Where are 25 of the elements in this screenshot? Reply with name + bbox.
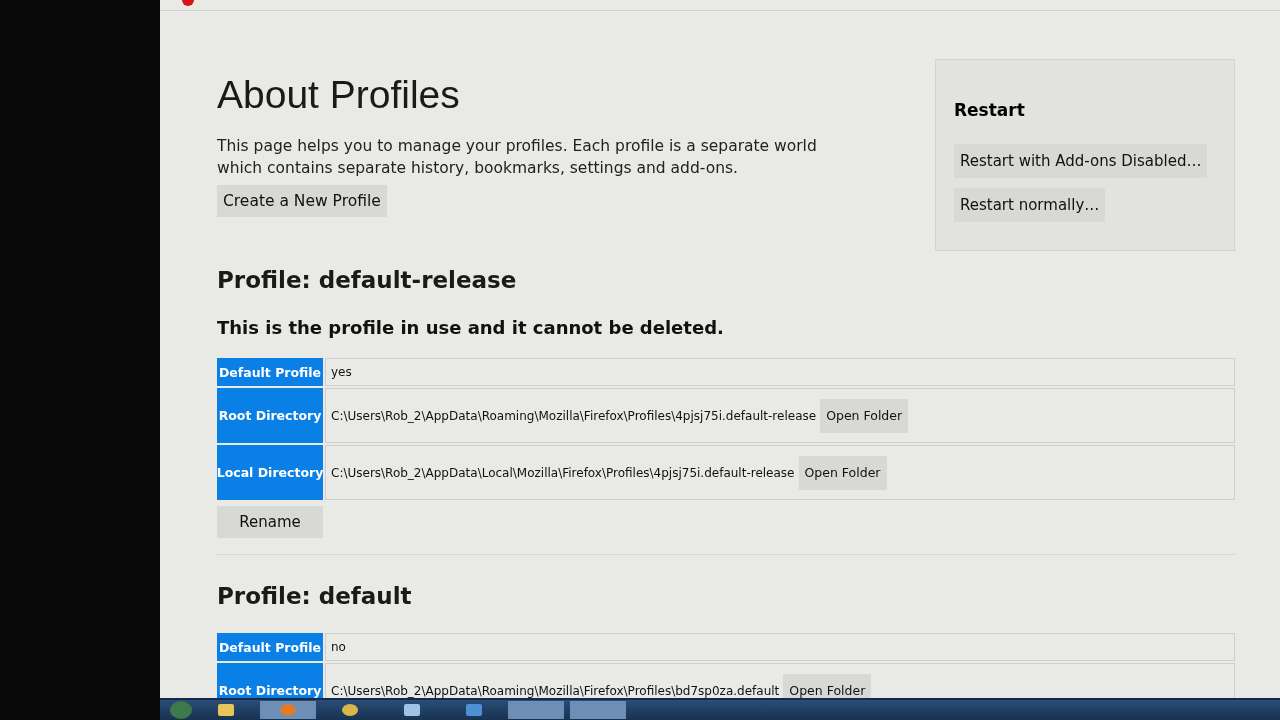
row-value: C:\Users\Rob_2\AppData\Roaming\Mozilla\Firefox\Profiles\bd7sp0za.default xyxy=(331,683,780,698)
restart-title: Restart xyxy=(954,100,1025,120)
start-orb-icon[interactable] xyxy=(170,701,192,719)
restart-button[interactable]: Restart with Add-ons Disabled… xyxy=(954,144,1208,178)
restart-button[interactable]: Restart normally… xyxy=(954,188,1106,222)
rename-button[interactable]: Rename xyxy=(217,506,323,538)
row-label: Local Directory xyxy=(217,445,323,500)
row-label: Root Directory xyxy=(217,388,323,443)
row-label: Default Profile xyxy=(217,633,323,661)
row-value: C:\Users\Rob_2\AppData\Local\Mozilla\Firefox\Profiles\4pjsj75i.default-release xyxy=(331,465,795,480)
intro-text: This page helps you to manage your profiles. Each profile is a separate world which contains separate history, bookmarks, settings and add-ons. xyxy=(217,136,818,179)
row-label: Root Directory xyxy=(217,663,323,698)
profile-heading: Profile: default xyxy=(217,583,413,609)
row-value: C:\Users\Rob_2\AppData\Roaming\Mozilla\Firefox\Profiles\4pjsj75i.default-release xyxy=(331,408,817,423)
open-folder-button[interactable]: Open Folder xyxy=(783,673,872,698)
profile-in-use-notice: This is the profile in use and it cannot be deleted. xyxy=(217,317,725,338)
page-title: About Profiles xyxy=(217,73,461,117)
open-folder-button[interactable]: Open Folder xyxy=(820,398,909,433)
open-folder-button[interactable]: Open Folder xyxy=(798,455,887,490)
row-value: no xyxy=(331,640,346,654)
taskbar-app-icon[interactable] xyxy=(342,704,358,716)
create-profile-button[interactable]: Create a New Profile xyxy=(217,185,387,217)
row-value: yes xyxy=(331,365,352,379)
row-label: Default Profile xyxy=(217,358,323,386)
profile-heading: Profile: default-release xyxy=(217,267,518,293)
